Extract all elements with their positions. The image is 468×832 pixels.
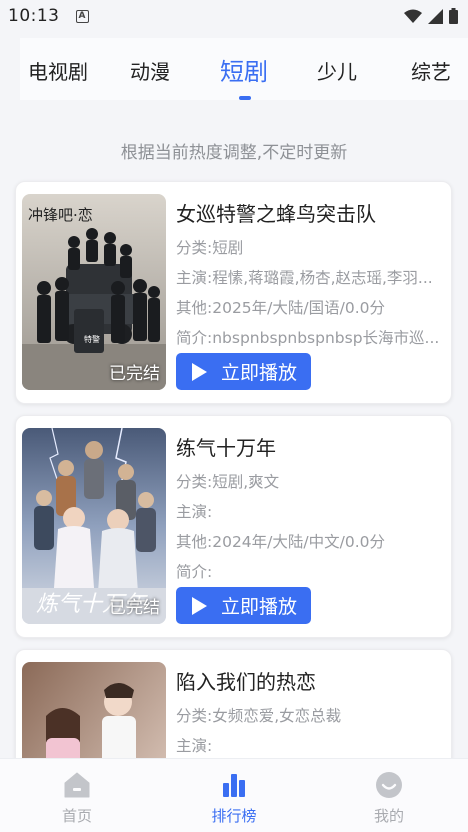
play-now-button[interactable]: 立即播放 <box>176 353 311 390</box>
tab-variety[interactable]: 综艺 <box>411 56 451 85</box>
drama-title[interactable]: 女巡特警之蜂鸟突击队 <box>176 198 376 227</box>
drama-cast: 主演: <box>176 503 213 521</box>
nav-home[interactable]: 首页 <box>17 759 137 832</box>
status-time: 10:13 <box>8 6 60 26</box>
wifi-icon <box>404 9 422 23</box>
nav-ranking[interactable]: 排行榜 <box>174 759 294 832</box>
drama-other-info: 其他:2024年/大陆/中文/0.0分 <box>176 533 385 551</box>
battery-icon <box>449 8 458 24</box>
nav-profile[interactable]: 我的 <box>329 759 449 832</box>
notification-a-icon: A <box>75 9 89 23</box>
ranking-notice: 根据当前热度调整,不定时更新 <box>120 143 348 163</box>
drama-other-info: 其他:2025年/大陆/国语/0.0分 <box>176 299 385 317</box>
drama-card[interactable]: 炼气十万年 已完结 练气十万年 分类:短剧,爽文 主演: 其他:2024年/大陆… <box>15 415 452 638</box>
active-tab-indicator <box>239 96 251 100</box>
poster-title-text: 冲锋吧·恋 <box>28 206 93 224</box>
play-now-button[interactable]: 立即播放 <box>176 587 311 624</box>
drama-category: 分类:女频恋爱,女恋总裁 <box>176 707 342 725</box>
nav-profile-label: 我的 <box>373 807 404 825</box>
drama-intro: 简介: <box>176 563 213 581</box>
play-button-label: 立即播放 <box>221 596 298 618</box>
tab-anime[interactable]: 动漫 <box>130 56 170 85</box>
completed-badge: 已完结 <box>109 598 160 618</box>
nav-ranking-label: 排行榜 <box>211 807 257 825</box>
home-icon <box>64 772 90 798</box>
drama-title[interactable]: 陷入我们的热恋 <box>176 666 316 695</box>
status-icons <box>404 8 458 24</box>
play-button-label: 立即播放 <box>221 362 298 384</box>
poster-image[interactable]: 炼气十万年 已完结 <box>22 428 166 624</box>
play-icon <box>192 596 207 615</box>
drama-cast: 主演: <box>176 737 213 755</box>
bar-chart-icon <box>223 774 245 797</box>
tab-kids[interactable]: 少儿 <box>317 56 357 85</box>
drama-category: 分类:短剧 <box>176 239 244 257</box>
poster-image[interactable]: 冲锋吧·恋 特警 已完结 <box>22 194 166 390</box>
drama-title[interactable]: 练气十万年 <box>176 432 276 461</box>
poster-sign-text: 特警 <box>84 334 100 344</box>
tab-tv-series[interactable]: 电视剧 <box>28 56 88 85</box>
smile-icon <box>376 772 402 798</box>
drama-cast: 主演:程愫,蒋璐霞,杨杏,赵志瑶,李羽... <box>176 269 433 287</box>
play-icon <box>192 362 207 381</box>
bottom-navigation: 首页 排行榜 我的 <box>0 758 468 832</box>
drama-card[interactable]: 冲锋吧·恋 特警 已完结 女巡特警之蜂鸟突击队 分类:短剧 主演:程愫,蒋璐霞,… <box>15 181 452 404</box>
completed-badge: 已完结 <box>109 364 160 384</box>
category-tabs: 电视剧 动漫 短剧 少儿 综艺 <box>20 38 468 100</box>
drama-category: 分类:短剧,爽文 <box>176 473 280 491</box>
status-bar: 10:13 A <box>0 0 468 32</box>
nav-home-label: 首页 <box>61 807 92 825</box>
signal-icon <box>428 8 443 24</box>
drama-intro: 简介:nbspnbspnbspnbsp长海市巡... <box>176 329 440 347</box>
tab-short-drama[interactable]: 短剧 <box>220 52 268 87</box>
